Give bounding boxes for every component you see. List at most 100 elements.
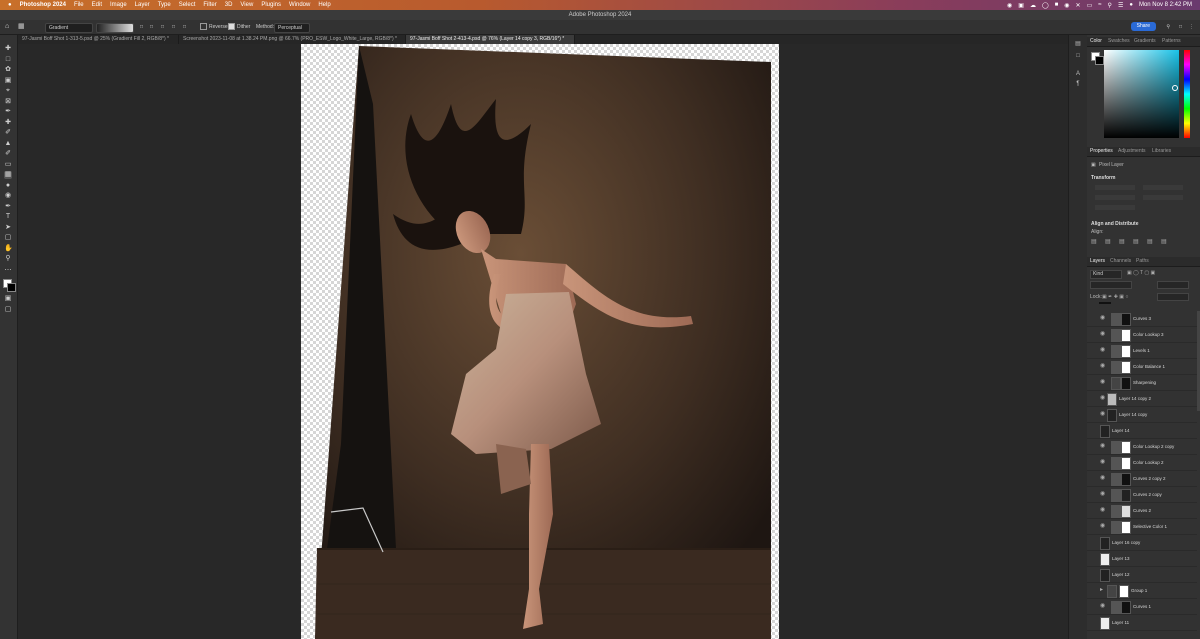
- brush-tool-icon[interactable]: ✐: [4, 129, 12, 137]
- eraser-tool-icon[interactable]: ▭: [4, 161, 12, 169]
- tab-channels[interactable]: Channels: [1110, 257, 1131, 266]
- layer-row[interactable]: ◉ Layer 14 copy 2: [1087, 391, 1197, 407]
- angle-gradient-icon[interactable]: □: [161, 23, 164, 31]
- fill-field[interactable]: [1157, 293, 1189, 301]
- menu-edit[interactable]: Edit: [92, 2, 102, 8]
- linear-gradient-icon[interactable]: □: [140, 23, 143, 31]
- align-section[interactable]: Align and Distribute: [1091, 221, 1139, 227]
- visibility-eye-icon[interactable]: ◉: [1100, 347, 1106, 353]
- reflected-gradient-icon[interactable]: □: [172, 23, 175, 31]
- zoom-tool-icon[interactable]: ⚲: [4, 255, 12, 263]
- visibility-eye-icon[interactable]: ◉: [1100, 411, 1106, 417]
- canvas-area[interactable]: [18, 44, 1068, 639]
- pen-tool-icon[interactable]: ✒: [4, 203, 12, 211]
- layer-row[interactable]: ◉ Selective Color 1: [1087, 519, 1197, 535]
- visibility-eye-icon[interactable]: ◉: [1100, 331, 1106, 337]
- apple-menu-icon[interactable]: ●: [8, 2, 12, 8]
- healing-brush-tool-icon[interactable]: ✚: [4, 119, 12, 127]
- gradient-tool-icon[interactable]: ▦: [4, 171, 12, 179]
- layer-row[interactable]: Layer 14: [1087, 423, 1197, 439]
- marquee-tool-icon[interactable]: □: [4, 56, 12, 64]
- menu-window[interactable]: Window: [289, 2, 310, 8]
- visibility-eye-icon[interactable]: ◉: [1100, 475, 1106, 481]
- layer-row[interactable]: ◉ Curves 2 copy: [1087, 487, 1197, 503]
- layer-filter-kind[interactable]: Kind: [1090, 270, 1122, 279]
- home-icon[interactable]: ⌂: [5, 23, 9, 31]
- history-brush-tool-icon[interactable]: ✐: [4, 150, 12, 158]
- lock-icon[interactable]: ◉: [1064, 2, 1069, 9]
- lock-icons[interactable]: ▣ ✒ ✚ ▣ ○: [1102, 294, 1128, 300]
- display-icon[interactable]: ▣: [1018, 2, 1024, 9]
- blend-mode-select[interactable]: [1090, 281, 1132, 289]
- menu-filter[interactable]: Filter: [203, 2, 216, 8]
- layer-row[interactable]: ◉ Color Lookup 3: [1087, 327, 1197, 343]
- tab-document-1[interactable]: 97-Jasmi Boff Shot 1-313-5.psd @ 25% (Gr…: [18, 35, 179, 44]
- diamond-gradient-icon[interactable]: □: [183, 23, 186, 31]
- visibility-eye-icon[interactable]: ◉: [1100, 459, 1106, 465]
- layer-row[interactable]: ◉ Curves 2 copy 2: [1087, 471, 1197, 487]
- align-left-icon[interactable]: ▤: [1091, 238, 1097, 245]
- radial-gradient-icon[interactable]: □: [150, 23, 153, 31]
- layer-row[interactable]: ▸ Group 1: [1087, 583, 1197, 599]
- tab-patterns[interactable]: Patterns: [1162, 37, 1181, 46]
- visibility-eye-icon[interactable]: ◉: [1100, 379, 1106, 385]
- layer-row[interactable]: ◉ Levels 1: [1087, 343, 1197, 359]
- layer-row[interactable]: ◉ Sharpening: [1087, 375, 1197, 391]
- rectangle-tool-icon[interactable]: ▢: [4, 234, 12, 242]
- visibility-eye-icon[interactable]: ◉: [1100, 523, 1106, 529]
- object-select-tool-icon[interactable]: ▣: [4, 77, 12, 85]
- workspace-icon[interactable]: □: [1179, 23, 1182, 31]
- visibility-eye-icon[interactable]: ◉: [1100, 491, 1106, 497]
- path-select-tool-icon[interactable]: ➤: [4, 224, 12, 232]
- menu-layer[interactable]: Layer: [135, 2, 150, 8]
- layer-filter-icons[interactable]: ▣ ◯ T ▢ ▣: [1127, 270, 1155, 276]
- clone-stamp-tool-icon[interactable]: ▲: [4, 140, 12, 148]
- dither-checkbox[interactable]: Dither: [228, 23, 250, 31]
- tab-layers[interactable]: Layers: [1090, 257, 1105, 266]
- type-tool-icon[interactable]: T: [4, 213, 12, 221]
- menu-image[interactable]: Image: [110, 2, 127, 8]
- blur-tool-icon[interactable]: ●: [4, 182, 12, 190]
- document-image[interactable]: [301, 44, 779, 639]
- height-field[interactable]: [1143, 185, 1183, 190]
- battery-icon[interactable]: ▭: [1087, 2, 1093, 9]
- share-button[interactable]: Share: [1130, 22, 1156, 31]
- more-tools-icon[interactable]: ⋯: [4, 267, 12, 275]
- layer-row[interactable]: ◉ Color Lookup 2 copy: [1087, 439, 1197, 455]
- layer-row[interactable]: ◉ Color Balance 1: [1087, 359, 1197, 375]
- more-icon[interactable]: ⋮: [1189, 23, 1194, 31]
- circle-icon[interactable]: ◯: [1042, 2, 1049, 9]
- method-select[interactable]: Perceptual: [274, 23, 310, 33]
- search-icon[interactable]: ⚲: [1108, 2, 1112, 9]
- color-picker-field[interactable]: [1104, 50, 1179, 138]
- visibility-eye-icon[interactable]: ◉: [1100, 395, 1106, 401]
- menu-plugins[interactable]: Plugins: [261, 2, 281, 8]
- visibility-eye-icon[interactable]: ◉: [1100, 603, 1106, 609]
- width-field[interactable]: [1095, 185, 1135, 190]
- transform-section[interactable]: Transform: [1091, 175, 1115, 181]
- menu-select[interactable]: Select: [179, 2, 196, 8]
- menu-datetime[interactable]: Mon Nov 8 2:42 PM: [1139, 2, 1192, 8]
- menu-help[interactable]: Help: [318, 2, 330, 8]
- crop-tool-icon[interactable]: ⌖: [4, 87, 12, 95]
- gradient-tool-icon[interactable]: ▦: [18, 23, 25, 31]
- gradient-swatch[interactable]: [96, 23, 134, 33]
- siri-icon[interactable]: ●: [1129, 2, 1133, 8]
- tab-color[interactable]: Color: [1090, 37, 1102, 46]
- layer-row[interactable]: Layer 13: [1087, 551, 1197, 567]
- align-top-icon[interactable]: ▤: [1133, 238, 1139, 245]
- cloud-icon[interactable]: ☁: [1030, 2, 1036, 9]
- align-center-icon[interactable]: ▤: [1105, 238, 1111, 245]
- control-center-icon[interactable]: ☰: [1118, 2, 1123, 9]
- layer-row[interactable]: Layer 12: [1087, 567, 1197, 583]
- screen-mode-icon[interactable]: ▢: [4, 306, 12, 314]
- tab-paths[interactable]: Paths: [1136, 257, 1149, 266]
- visibility-eye-icon[interactable]: ◉: [1100, 363, 1106, 369]
- align-middle-icon[interactable]: ▤: [1147, 238, 1153, 245]
- menu-app-name[interactable]: Photoshop 2024: [20, 2, 66, 8]
- tab-swatches[interactable]: Swatches: [1108, 37, 1130, 46]
- tab-properties[interactable]: Properties: [1090, 147, 1113, 156]
- paragraph-icon[interactable]: ¶: [1074, 81, 1082, 88]
- lasso-tool-icon[interactable]: ✿: [4, 66, 12, 74]
- wifi-icon[interactable]: ≈: [1098, 2, 1101, 8]
